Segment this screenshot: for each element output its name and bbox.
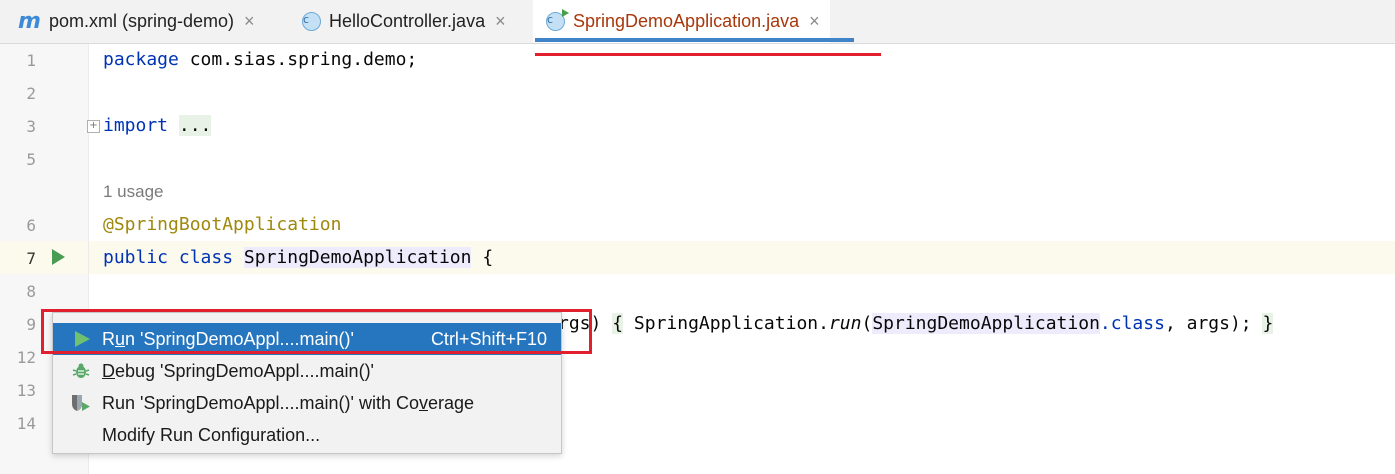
code-line-9: rgs) { SpringApplication.run(SpringDemoA… bbox=[558, 313, 1274, 334]
editor-tab-bar: m pom.xml (spring-demo) × c HelloControl… bbox=[0, 0, 1395, 44]
line-number: 13 bbox=[16, 381, 36, 400]
debug-icon bbox=[72, 363, 90, 378]
code-line-6: @SpringBootApplication bbox=[103, 214, 342, 235]
folded-imports[interactable]: ... bbox=[178, 115, 212, 136]
line-number: 7 bbox=[26, 249, 36, 268]
menu-item-debug[interactable]: Debug 'SpringDemoAppl....main()' bbox=[53, 355, 561, 387]
close-icon[interactable]: × bbox=[809, 11, 820, 32]
line-number: 5 bbox=[26, 150, 36, 169]
annotation-red-box bbox=[41, 309, 592, 354]
usage-hint[interactable]: 1 usage bbox=[103, 182, 164, 202]
code-line-1: package com.sias.spring.demo; bbox=[103, 49, 418, 70]
menu-item-run-with-coverage[interactable]: Run 'SpringDemoAppl....main()' with Cove… bbox=[53, 387, 561, 419]
line-number: 3 bbox=[26, 117, 36, 136]
active-tab-indicator bbox=[535, 38, 854, 42]
java-runnable-class-icon: c bbox=[546, 9, 569, 31]
coverage-icon bbox=[72, 395, 90, 411]
line-number: 6 bbox=[26, 216, 36, 235]
line-number: 2 bbox=[26, 84, 36, 103]
fold-expand-icon[interactable]: + bbox=[87, 120, 100, 133]
menu-item-label: Modify Run Configuration... bbox=[102, 424, 321, 445]
line-number: 9 bbox=[26, 315, 36, 334]
menu-item-label: Debug 'SpringDemoAppl....main()' bbox=[102, 360, 374, 381]
line-number: 8 bbox=[26, 282, 36, 301]
line-number: 14 bbox=[16, 414, 36, 433]
tab-pom-xml[interactable]: m pom.xml (spring-demo) × bbox=[18, 0, 255, 43]
tab-label: SpringDemoApplication.java bbox=[573, 11, 800, 31]
tab-label: HelloController.java bbox=[329, 11, 486, 31]
menu-item-label: Run 'SpringDemoAppl....main()' with Cove… bbox=[102, 392, 475, 413]
line-number: 12 bbox=[16, 348, 36, 367]
menu-item-modify-run-configuration[interactable]: Modify Run Configuration... bbox=[53, 419, 561, 451]
tab-label: pom.xml (spring-demo) bbox=[48, 11, 234, 31]
line-number: 1 bbox=[26, 51, 36, 70]
code-line-7: public class SpringDemoApplication { bbox=[103, 247, 494, 268]
java-class-icon: c bbox=[302, 12, 321, 31]
maven-icon: m bbox=[18, 9, 41, 34]
tab-hello-controller[interactable]: c HelloController.java × bbox=[302, 0, 506, 43]
tab-spring-demo-application[interactable]: c SpringDemoApplication.java × bbox=[533, 0, 830, 43]
run-gutter-icon[interactable] bbox=[52, 249, 65, 265]
close-icon[interactable]: × bbox=[244, 11, 255, 32]
close-icon[interactable]: × bbox=[495, 11, 506, 32]
annotation-red-underline bbox=[535, 53, 881, 56]
code-line-3: import ... bbox=[103, 115, 212, 136]
